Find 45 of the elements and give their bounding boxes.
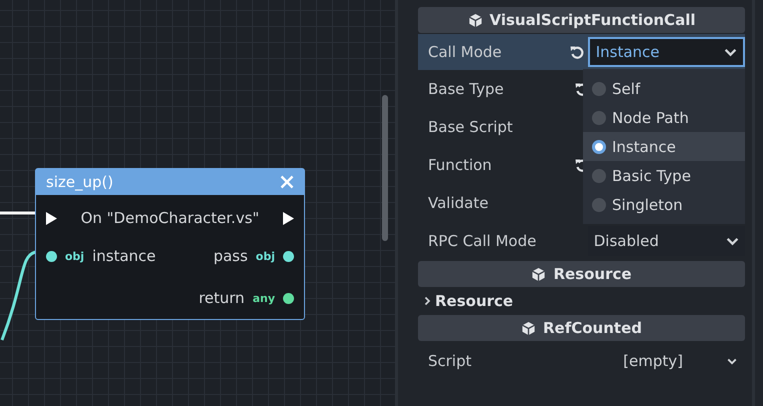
category-toggle[interactable]: Resource <box>418 288 745 314</box>
port-label: pass <box>213 247 248 265</box>
menu-option[interactable]: Node Path <box>583 103 745 132</box>
menu-option[interactable]: Basic Type <box>583 161 745 190</box>
property-row[interactable]: RPC Call Mode Disabled <box>418 222 745 260</box>
type-tag: obj <box>65 250 84 262</box>
type-tag: any <box>252 292 275 304</box>
radio-icon <box>592 198 606 212</box>
port-label: return <box>198 289 245 307</box>
type-tag: obj <box>256 250 275 262</box>
section-header: RefCounted <box>418 315 745 341</box>
cube-icon <box>531 266 546 282</box>
revert-icon[interactable] <box>568 44 585 60</box>
chevron-down-icon <box>727 358 737 364</box>
radio-icon <box>592 110 606 124</box>
input-port[interactable] <box>46 250 57 262</box>
sequence-port-icon[interactable] <box>283 212 294 224</box>
section-header: Resource <box>418 261 745 287</box>
sequence-label: On "DemoCharacter.vs" <box>80 209 260 227</box>
resource-picker[interactable]: [empty] <box>588 346 745 376</box>
radio-icon <box>592 82 606 96</box>
close-icon[interactable] <box>280 175 294 189</box>
menu-option[interactable]: Instance <box>583 132 745 161</box>
radio-icon <box>592 168 606 182</box>
menu-option[interactable]: Self <box>583 74 745 103</box>
scrollbar-thumb[interactable] <box>382 95 388 241</box>
node-title: size_up() <box>46 173 114 191</box>
chevron-right-icon <box>424 296 431 306</box>
output-port[interactable] <box>283 292 294 304</box>
chevron-down-icon <box>724 48 738 56</box>
property-row[interactable]: Call Mode Instance <box>418 34 745 70</box>
port-label: instance <box>92 247 156 265</box>
menu-option[interactable]: Singleton <box>583 190 745 219</box>
graph-node[interactable]: size_up() On "DemoCharacter.vs" obj instance pass obj return any <box>35 168 305 320</box>
connection-wire <box>0 212 36 214</box>
cube-icon <box>468 12 483 28</box>
radio-icon <box>592 140 606 154</box>
dropdown[interactable]: Instance <box>588 37 746 67</box>
graph-canvas[interactable]: size_up() On "DemoCharacter.vs" obj instance pass obj return any <box>0 0 395 406</box>
cube-icon <box>520 320 536 336</box>
property-row[interactable]: Script [empty] <box>418 342 745 380</box>
output-port[interactable] <box>283 250 294 262</box>
chevron-down-icon <box>726 236 739 246</box>
sequence-port-icon[interactable] <box>46 212 57 224</box>
section-header: VisualScriptFunctionCall <box>418 7 745 33</box>
